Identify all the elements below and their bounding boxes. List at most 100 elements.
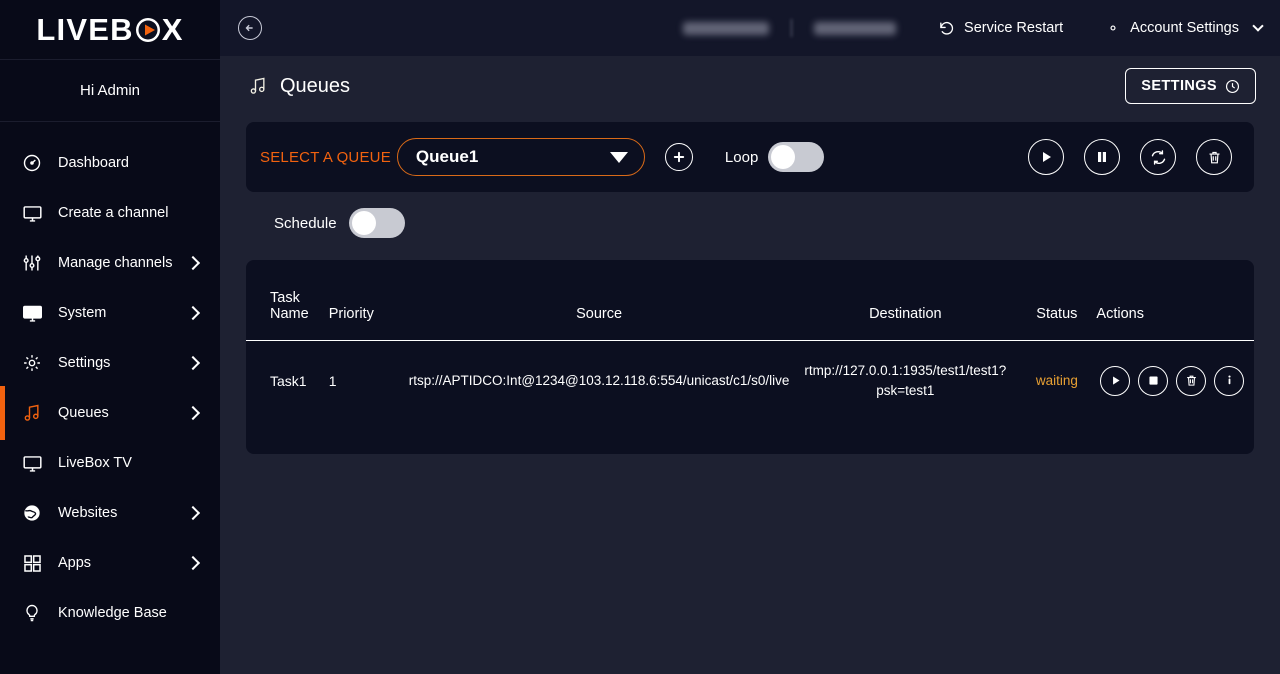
chevron-right-icon: [185, 405, 201, 421]
brand-text-part1: LIVEB: [36, 11, 134, 47]
schedule-label: Schedule: [274, 214, 337, 232]
account-settings-button[interactable]: Account Settings: [1105, 20, 1264, 36]
chevron-down-icon: [1252, 20, 1264, 32]
schedule-toggle[interactable]: [348, 208, 405, 238]
column-header-source: Source: [576, 306, 623, 322]
sidebar-item-label: Websites: [58, 505, 118, 521]
row-stop-button[interactable]: [1138, 365, 1169, 396]
schedule-control: Schedule: [246, 192, 1254, 238]
sidebar-item-label: Apps: [58, 555, 92, 571]
sidebar-item-label: LiveBox TV: [58, 455, 132, 471]
redacted-ip-text: [814, 21, 897, 35]
column-header-actions: Actions: [1096, 306, 1144, 322]
settings-button[interactable]: SETTINGS: [1125, 68, 1256, 104]
page-content: SELECT A QUEUE Queue1 Loop Schedule Task…: [220, 116, 1280, 455]
queue-pause-button[interactable]: [1084, 139, 1120, 175]
info-icon: [1223, 374, 1236, 387]
chevron-right-icon: [185, 255, 201, 271]
column-header-task-name-line1: Task: [270, 290, 300, 306]
greeting-text: Hi Admin: [0, 60, 220, 122]
status-badge: waiting: [1035, 373, 1078, 389]
sidebar-item-label: Knowledge Base: [58, 605, 167, 621]
column-header-status: Status: [1036, 306, 1078, 322]
table-row[interactable]: Task1 1 rtsp://APTIDCO:Int@1234@103.12.1…: [246, 341, 1254, 421]
column-header-destination: Destination: [869, 306, 942, 322]
sidebar-item-apps[interactable]: Apps: [0, 538, 220, 588]
gear-icon: [1105, 20, 1121, 36]
gear-icon: [20, 351, 44, 375]
brand-play-o-icon: [135, 17, 161, 43]
queue-selection-panel: SELECT A QUEUE Queue1 Loop: [246, 122, 1254, 192]
sidebar-item-label: Manage channels: [58, 255, 173, 271]
loop-toggle-knob: [771, 145, 796, 169]
row-delete-button[interactable]: [1176, 365, 1207, 396]
tasks-table-header-row: Task Name Priority Source Destination St…: [246, 282, 1254, 341]
tasks-table-card: Task Name Priority Source Destination St…: [246, 260, 1254, 455]
topbar-divider: [791, 19, 793, 37]
tv-icon: [20, 451, 44, 475]
column-header-task-name: Task Name: [246, 282, 325, 341]
tasks-table-head: Task Name Priority Source Destination St…: [246, 282, 1254, 341]
trash-icon: [1185, 374, 1198, 387]
settings-button-label: SETTINGS: [1141, 78, 1217, 94]
loop-label: Loop: [724, 148, 759, 166]
stop-icon: [1147, 374, 1160, 387]
row-play-button[interactable]: [1100, 365, 1131, 396]
desktop-icon: [20, 301, 44, 325]
sidebar-item-label: Settings: [58, 355, 111, 371]
chevron-right-icon: [185, 355, 201, 371]
queue-play-button[interactable]: [1028, 139, 1064, 175]
arrow-left-circle-icon[interactable]: [238, 16, 262, 40]
sliders-icon: [20, 251, 44, 275]
brand-text-part2: X: [161, 11, 184, 47]
redacted-license-text: [683, 21, 770, 35]
sidebar-item-label: Create a channel: [58, 205, 169, 221]
tasks-table: Task Name Priority Source Destination St…: [246, 282, 1254, 420]
sidebar-item-label: System: [58, 305, 107, 321]
brand-logo[interactable]: LIVEB X: [0, 0, 220, 60]
row-info-button[interactable]: [1214, 365, 1245, 396]
grid-icon: [20, 551, 44, 575]
sidebar-item-knowledge-base[interactable]: Knowledge Base: [0, 588, 220, 638]
select-a-queue-label: SELECT A QUEUE: [260, 148, 391, 166]
queue-select-dropdown[interactable]: Queue1: [396, 138, 645, 176]
sidebar-item-label: Queues: [58, 405, 109, 421]
sidebar-item-livebox-tv[interactable]: LiveBox TV: [0, 438, 220, 488]
column-header-task-name-line2: Name: [270, 306, 309, 322]
service-restart-label: Service Restart: [964, 20, 1064, 36]
sidebar-item-system[interactable]: System: [0, 288, 220, 338]
sidebar-item-create-a-channel[interactable]: Create a channel: [0, 188, 220, 238]
cell-task-name: Task1: [270, 372, 307, 389]
column-header-priority: Priority: [328, 306, 374, 322]
queue-delete-button[interactable]: [1196, 139, 1232, 175]
sidebar-item-websites[interactable]: Websites: [0, 488, 220, 538]
sidebar-item-queues[interactable]: Queues: [0, 386, 220, 440]
add-queue-button[interactable]: [664, 143, 693, 171]
chevron-right-icon: [185, 555, 201, 571]
sidebar-item-dashboard[interactable]: Dashboard: [0, 138, 220, 188]
loop-control: Loop: [724, 142, 825, 172]
page-title: Queues: [248, 75, 350, 98]
restart-icon: [938, 20, 955, 37]
page-header: Queues SETTINGS: [220, 56, 1280, 116]
gauge-icon: [20, 151, 44, 175]
loop-toggle[interactable]: [768, 142, 825, 172]
service-restart-button[interactable]: Service Restart: [938, 20, 1063, 37]
row-action-buttons: [1100, 365, 1250, 396]
queue-refresh-button[interactable]: [1140, 139, 1176, 175]
topbar: Service Restart Account Settings: [220, 0, 1280, 56]
refresh-icon: [1150, 149, 1167, 166]
play-icon: [1109, 374, 1122, 387]
sidebar-nav: Dashboard Create a channel Manage channe…: [0, 122, 220, 638]
sidebar-item-settings[interactable]: Settings: [0, 338, 220, 388]
clock-icon: [1225, 79, 1240, 94]
app-root: LIVEB X Hi Admin Dashboard Create a chan…: [0, 0, 1280, 674]
music-note-icon: [20, 401, 44, 425]
cell-source: rtsp://APTIDCO:Int@1234@103.12.118.6:554…: [408, 373, 790, 389]
tasks-table-body: Task1 1 rtsp://APTIDCO:Int@1234@103.12.1…: [246, 341, 1254, 421]
cell-destination: rtmp://127.0.0.1:1935/test1/test1?psk=te…: [804, 363, 1007, 398]
sidebar: LIVEB X Hi Admin Dashboard Create a chan…: [0, 0, 220, 674]
chevron-right-icon: [185, 305, 201, 321]
sidebar-item-manage-channels[interactable]: Manage channels: [0, 238, 220, 288]
trash-icon: [1207, 150, 1222, 165]
